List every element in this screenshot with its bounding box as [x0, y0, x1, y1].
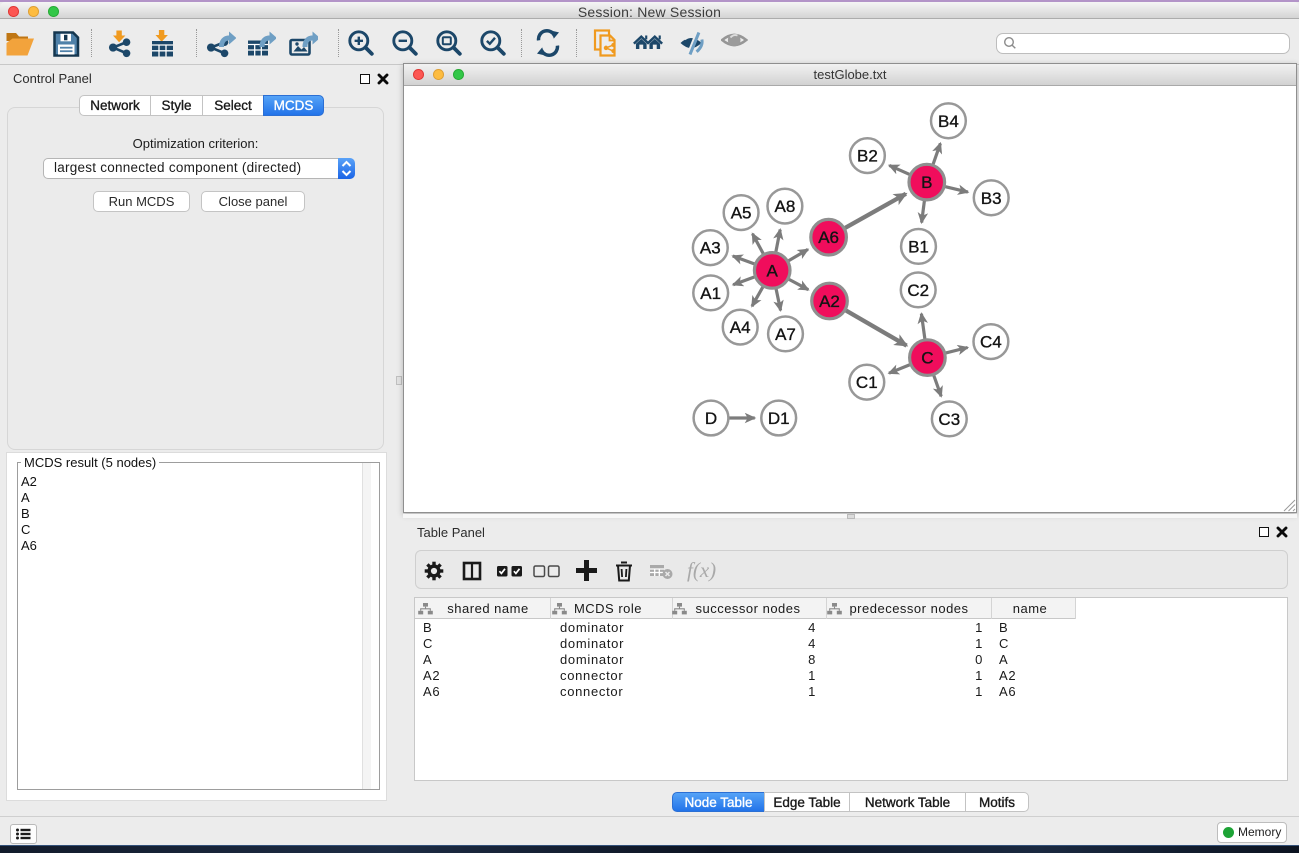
svg-text:A6: A6	[818, 228, 839, 247]
svg-text:B1: B1	[908, 237, 929, 256]
svg-text:B3: B3	[981, 189, 1002, 208]
svg-text:C1: C1	[856, 373, 878, 392]
svg-text:A3: A3	[700, 239, 721, 258]
svg-text:C3: C3	[938, 410, 960, 429]
svg-text:B: B	[921, 173, 932, 192]
svg-text:A4: A4	[730, 318, 751, 337]
svg-text:B2: B2	[857, 147, 878, 166]
svg-text:C: C	[921, 349, 933, 368]
svg-text:B4: B4	[938, 112, 959, 131]
svg-text:D1: D1	[768, 409, 790, 428]
svg-text:A2: A2	[819, 292, 840, 311]
svg-text:D: D	[705, 409, 717, 428]
svg-text:C4: C4	[980, 333, 1002, 352]
svg-text:C2: C2	[907, 281, 929, 300]
svg-text:A: A	[767, 261, 779, 280]
svg-text:A5: A5	[731, 204, 752, 223]
svg-text:A7: A7	[775, 325, 796, 344]
svg-text:A1: A1	[700, 284, 721, 303]
svg-text:A8: A8	[775, 197, 796, 216]
